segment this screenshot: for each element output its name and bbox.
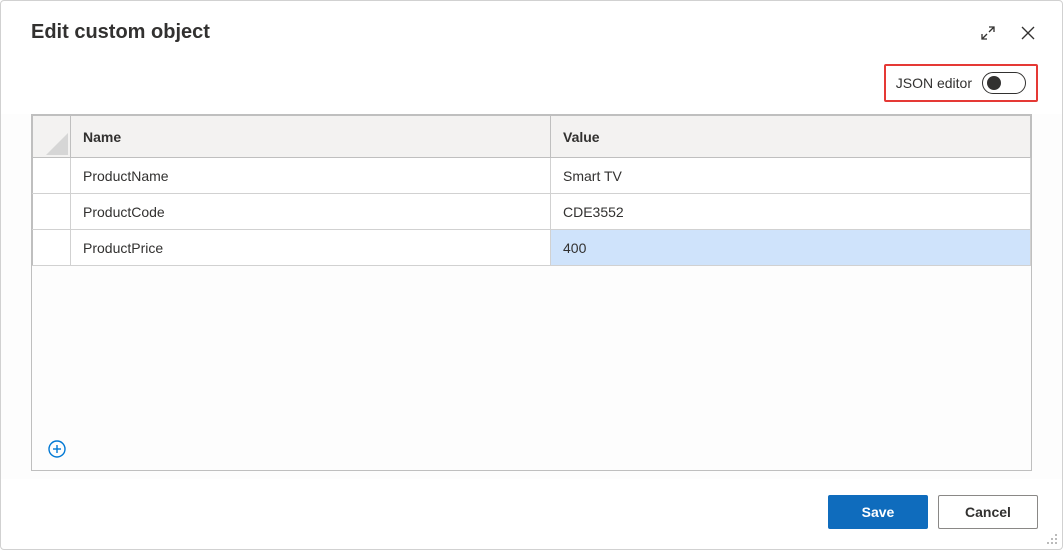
dialog-toolbar: JSON editor — [1, 56, 1062, 114]
close-icon[interactable] — [1018, 23, 1038, 43]
table-row[interactable]: ProductCode CDE3552 — [33, 194, 1031, 230]
dialog-footer: Save Cancel — [1, 479, 1062, 549]
cancel-button[interactable]: Cancel — [938, 495, 1038, 529]
cell-name[interactable]: ProductCode — [71, 194, 551, 230]
row-handle[interactable] — [33, 230, 71, 266]
save-button[interactable]: Save — [828, 495, 928, 529]
json-editor-switch-highlight: JSON editor — [884, 64, 1038, 102]
cell-name[interactable]: ProductName — [71, 158, 551, 194]
cell-value[interactable]: Smart TV — [551, 158, 1031, 194]
table-corner[interactable] — [33, 116, 71, 158]
object-table: Name Value ProductName Smart TV ProductC… — [31, 114, 1032, 266]
header-controls — [978, 23, 1038, 43]
toggle-knob — [987, 76, 1001, 90]
dialog-body: Name Value ProductName Smart TV ProductC… — [1, 114, 1062, 479]
row-handle[interactable] — [33, 194, 71, 230]
dialog-header: Edit custom object — [1, 1, 1062, 56]
cell-value-selected[interactable]: 400 — [551, 230, 1031, 266]
table-row[interactable]: ProductName Smart TV — [33, 158, 1031, 194]
resize-grip-icon[interactable] — [1044, 531, 1058, 545]
add-row-button[interactable] — [46, 438, 68, 460]
json-editor-toggle[interactable] — [982, 72, 1026, 94]
edit-custom-object-dialog: Edit custom object JSON editor — [0, 0, 1063, 550]
json-editor-label: JSON editor — [896, 75, 972, 91]
column-header-name[interactable]: Name — [71, 116, 551, 158]
cell-name[interactable]: ProductPrice — [71, 230, 551, 266]
dialog-title: Edit custom object — [31, 21, 978, 44]
cell-value[interactable]: CDE3552 — [551, 194, 1031, 230]
column-header-value[interactable]: Value — [551, 116, 1031, 158]
table-empty-area — [31, 266, 1032, 471]
table-row[interactable]: ProductPrice 400 — [33, 230, 1031, 266]
expand-icon[interactable] — [978, 23, 998, 43]
row-handle[interactable] — [33, 158, 71, 194]
